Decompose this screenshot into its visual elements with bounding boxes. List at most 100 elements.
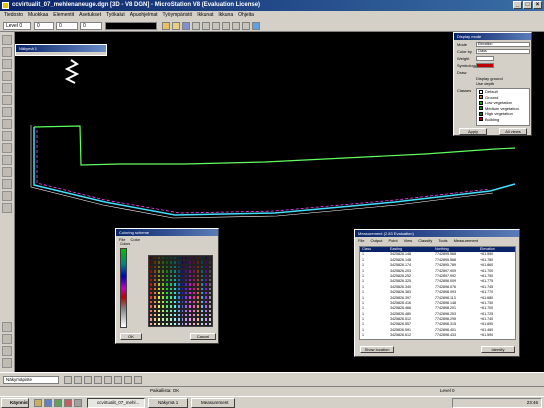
- measure-menu-classify[interactable]: Classify: [418, 238, 432, 243]
- view-previous-icon[interactable]: [124, 376, 132, 384]
- menu-item-settings[interactable]: Asetukset: [79, 11, 101, 20]
- view-select[interactable]: Näkymäpiste: [3, 376, 59, 384]
- measure-tool-icon[interactable]: [2, 143, 12, 153]
- delete-tool-icon[interactable]: [2, 203, 12, 213]
- measure-menu-point[interactable]: Point: [388, 238, 397, 243]
- palette-color-cell[interactable]: [208, 321, 212, 326]
- class-color-swatch: [479, 117, 483, 122]
- menu-item-windows[interactable]: Ikkunat: [197, 11, 213, 20]
- table-row[interactable]: 13425826.6487742898.478+61.670: [360, 339, 515, 340]
- measure-menu-tools[interactable]: Tools: [438, 238, 447, 243]
- mode-select[interactable]: Elevation: [476, 42, 530, 47]
- manipulate-tool-icon[interactable]: [2, 179, 12, 189]
- coloring-menu-color[interactable]: Color: [130, 237, 140, 242]
- measurement-table[interactable]: Class Easting Northing Elevation 1 342582…: [359, 246, 516, 340]
- menu-item-workspace[interactable]: Työympäristö: [163, 11, 193, 20]
- measurement-title: Measurement (2.83 Evaluation): [355, 230, 519, 237]
- redo-icon[interactable]: [242, 22, 250, 30]
- open-file-icon[interactable]: [172, 22, 180, 30]
- help-icon[interactable]: [252, 22, 260, 30]
- print-icon[interactable]: [192, 22, 200, 30]
- modify-tool-icon[interactable]: [2, 167, 12, 177]
- taskbar-item-measurement[interactable]: Measurement: [191, 398, 235, 408]
- circle-tool-icon[interactable]: [2, 83, 12, 93]
- menu-item-help[interactable]: Ohjeita: [238, 11, 254, 20]
- vertical-marker: [64, 59, 80, 84]
- road-edge-magenta: [36, 130, 491, 214]
- save-icon[interactable]: [182, 22, 190, 30]
- pan-view-icon[interactable]: [104, 376, 112, 384]
- maximize-button[interactable]: □: [523, 1, 532, 9]
- active-level-select[interactable]: Level 0: [3, 22, 31, 30]
- taskbar-item-view[interactable]: Näkymä 1: [148, 398, 188, 408]
- classes-list[interactable]: Default Ground Low vegetation Medium veg…: [476, 88, 530, 126]
- measure-menu-file[interactable]: File: [358, 238, 364, 243]
- view-window-header[interactable]: Näkymä 1: [15, 44, 107, 56]
- measure-menu-output[interactable]: Output: [370, 238, 382, 243]
- fence-icon[interactable]: [2, 47, 12, 57]
- minimize-button[interactable]: _: [513, 1, 522, 9]
- status-level: Level 0: [440, 388, 455, 393]
- quick-launch-icon[interactable]: [64, 399, 72, 407]
- quick-launch-icon[interactable]: [54, 399, 62, 407]
- paste-icon[interactable]: [222, 22, 230, 30]
- text-tool-icon[interactable]: [2, 107, 12, 117]
- active-color-select[interactable]: 0: [34, 22, 54, 30]
- quick-launch-icon[interactable]: [74, 399, 82, 407]
- use-depth-checkbox[interactable]: Use depth: [476, 81, 494, 86]
- zoom-out-icon[interactable]: [84, 376, 92, 384]
- arc-tool-icon[interactable]: [2, 95, 12, 105]
- new-file-icon[interactable]: [162, 22, 170, 30]
- menu-item-window[interactable]: Ikkuna: [218, 11, 233, 20]
- apply-button[interactable]: Apply: [459, 128, 487, 135]
- shape-tool-icon[interactable]: [2, 71, 12, 81]
- symbology-label: Symbology: [457, 63, 477, 68]
- status-message: Paikallista: OK: [150, 388, 180, 393]
- view-zoom-icon[interactable]: [2, 334, 12, 344]
- point-tool-icon[interactable]: [2, 131, 12, 141]
- measure-menu-view[interactable]: View: [404, 238, 413, 243]
- zoom-in-icon[interactable]: [74, 376, 82, 384]
- view-fit-icon[interactable]: [2, 358, 12, 368]
- cell-tool-icon[interactable]: [2, 119, 12, 129]
- line-tool-icon[interactable]: [2, 59, 12, 69]
- undo-icon[interactable]: [232, 22, 240, 30]
- fit-view-icon[interactable]: [64, 376, 72, 384]
- view-pan-icon[interactable]: [2, 346, 12, 356]
- select-arrow-icon[interactable]: [2, 35, 12, 45]
- list-item[interactable]: Building: [477, 117, 529, 123]
- ok-button[interactable]: OK: [120, 333, 142, 340]
- active-style-select[interactable]: 0: [56, 22, 78, 30]
- copy-icon[interactable]: [212, 22, 220, 30]
- start-button[interactable]: Käynnistä: [1, 398, 29, 408]
- active-weight-select[interactable]: 0: [80, 22, 102, 30]
- measure-menu-measurement[interactable]: Measurement: [454, 238, 478, 243]
- close-button[interactable]: ×: [533, 1, 542, 9]
- dimension-tool-icon[interactable]: [2, 155, 12, 165]
- all-views-button[interactable]: All views: [499, 128, 527, 135]
- colorby-select[interactable]: Class: [476, 49, 530, 54]
- menu-item-tools[interactable]: Työkalut: [106, 11, 125, 20]
- show-location-button[interactable]: Show location: [360, 346, 394, 353]
- menu-item-element[interactable]: Elementit: [53, 11, 74, 20]
- menu-item-utilities[interactable]: Apuohjelmat: [130, 11, 158, 20]
- color-palette-grid[interactable]: [148, 255, 213, 327]
- view-rotate-icon[interactable]: [2, 322, 12, 332]
- menu-item-file[interactable]: Tiedosto: [4, 11, 23, 20]
- line-style-preview[interactable]: [105, 22, 157, 30]
- quick-launch-icon[interactable]: [34, 399, 42, 407]
- weight-field[interactable]: [476, 56, 494, 61]
- symbology-swatch[interactable]: [476, 63, 494, 68]
- building-outline: [33, 125, 516, 166]
- rotate-view-icon[interactable]: [114, 376, 122, 384]
- taskbar-item-microstation[interactable]: ccvirtualit_07_mehl...: [87, 398, 145, 408]
- cancel-button[interactable]: Cancel: [190, 333, 216, 340]
- cut-icon[interactable]: [202, 22, 210, 30]
- window-area-icon[interactable]: [94, 376, 102, 384]
- menu-item-edit[interactable]: Muokkaa: [28, 11, 48, 20]
- group-tool-icon[interactable]: [2, 191, 12, 201]
- view-next-icon[interactable]: [134, 376, 142, 384]
- identify-button[interactable]: Identify: [481, 346, 515, 353]
- quick-launch-icon[interactable]: [44, 399, 52, 407]
- color-ramp[interactable]: [120, 248, 127, 328]
